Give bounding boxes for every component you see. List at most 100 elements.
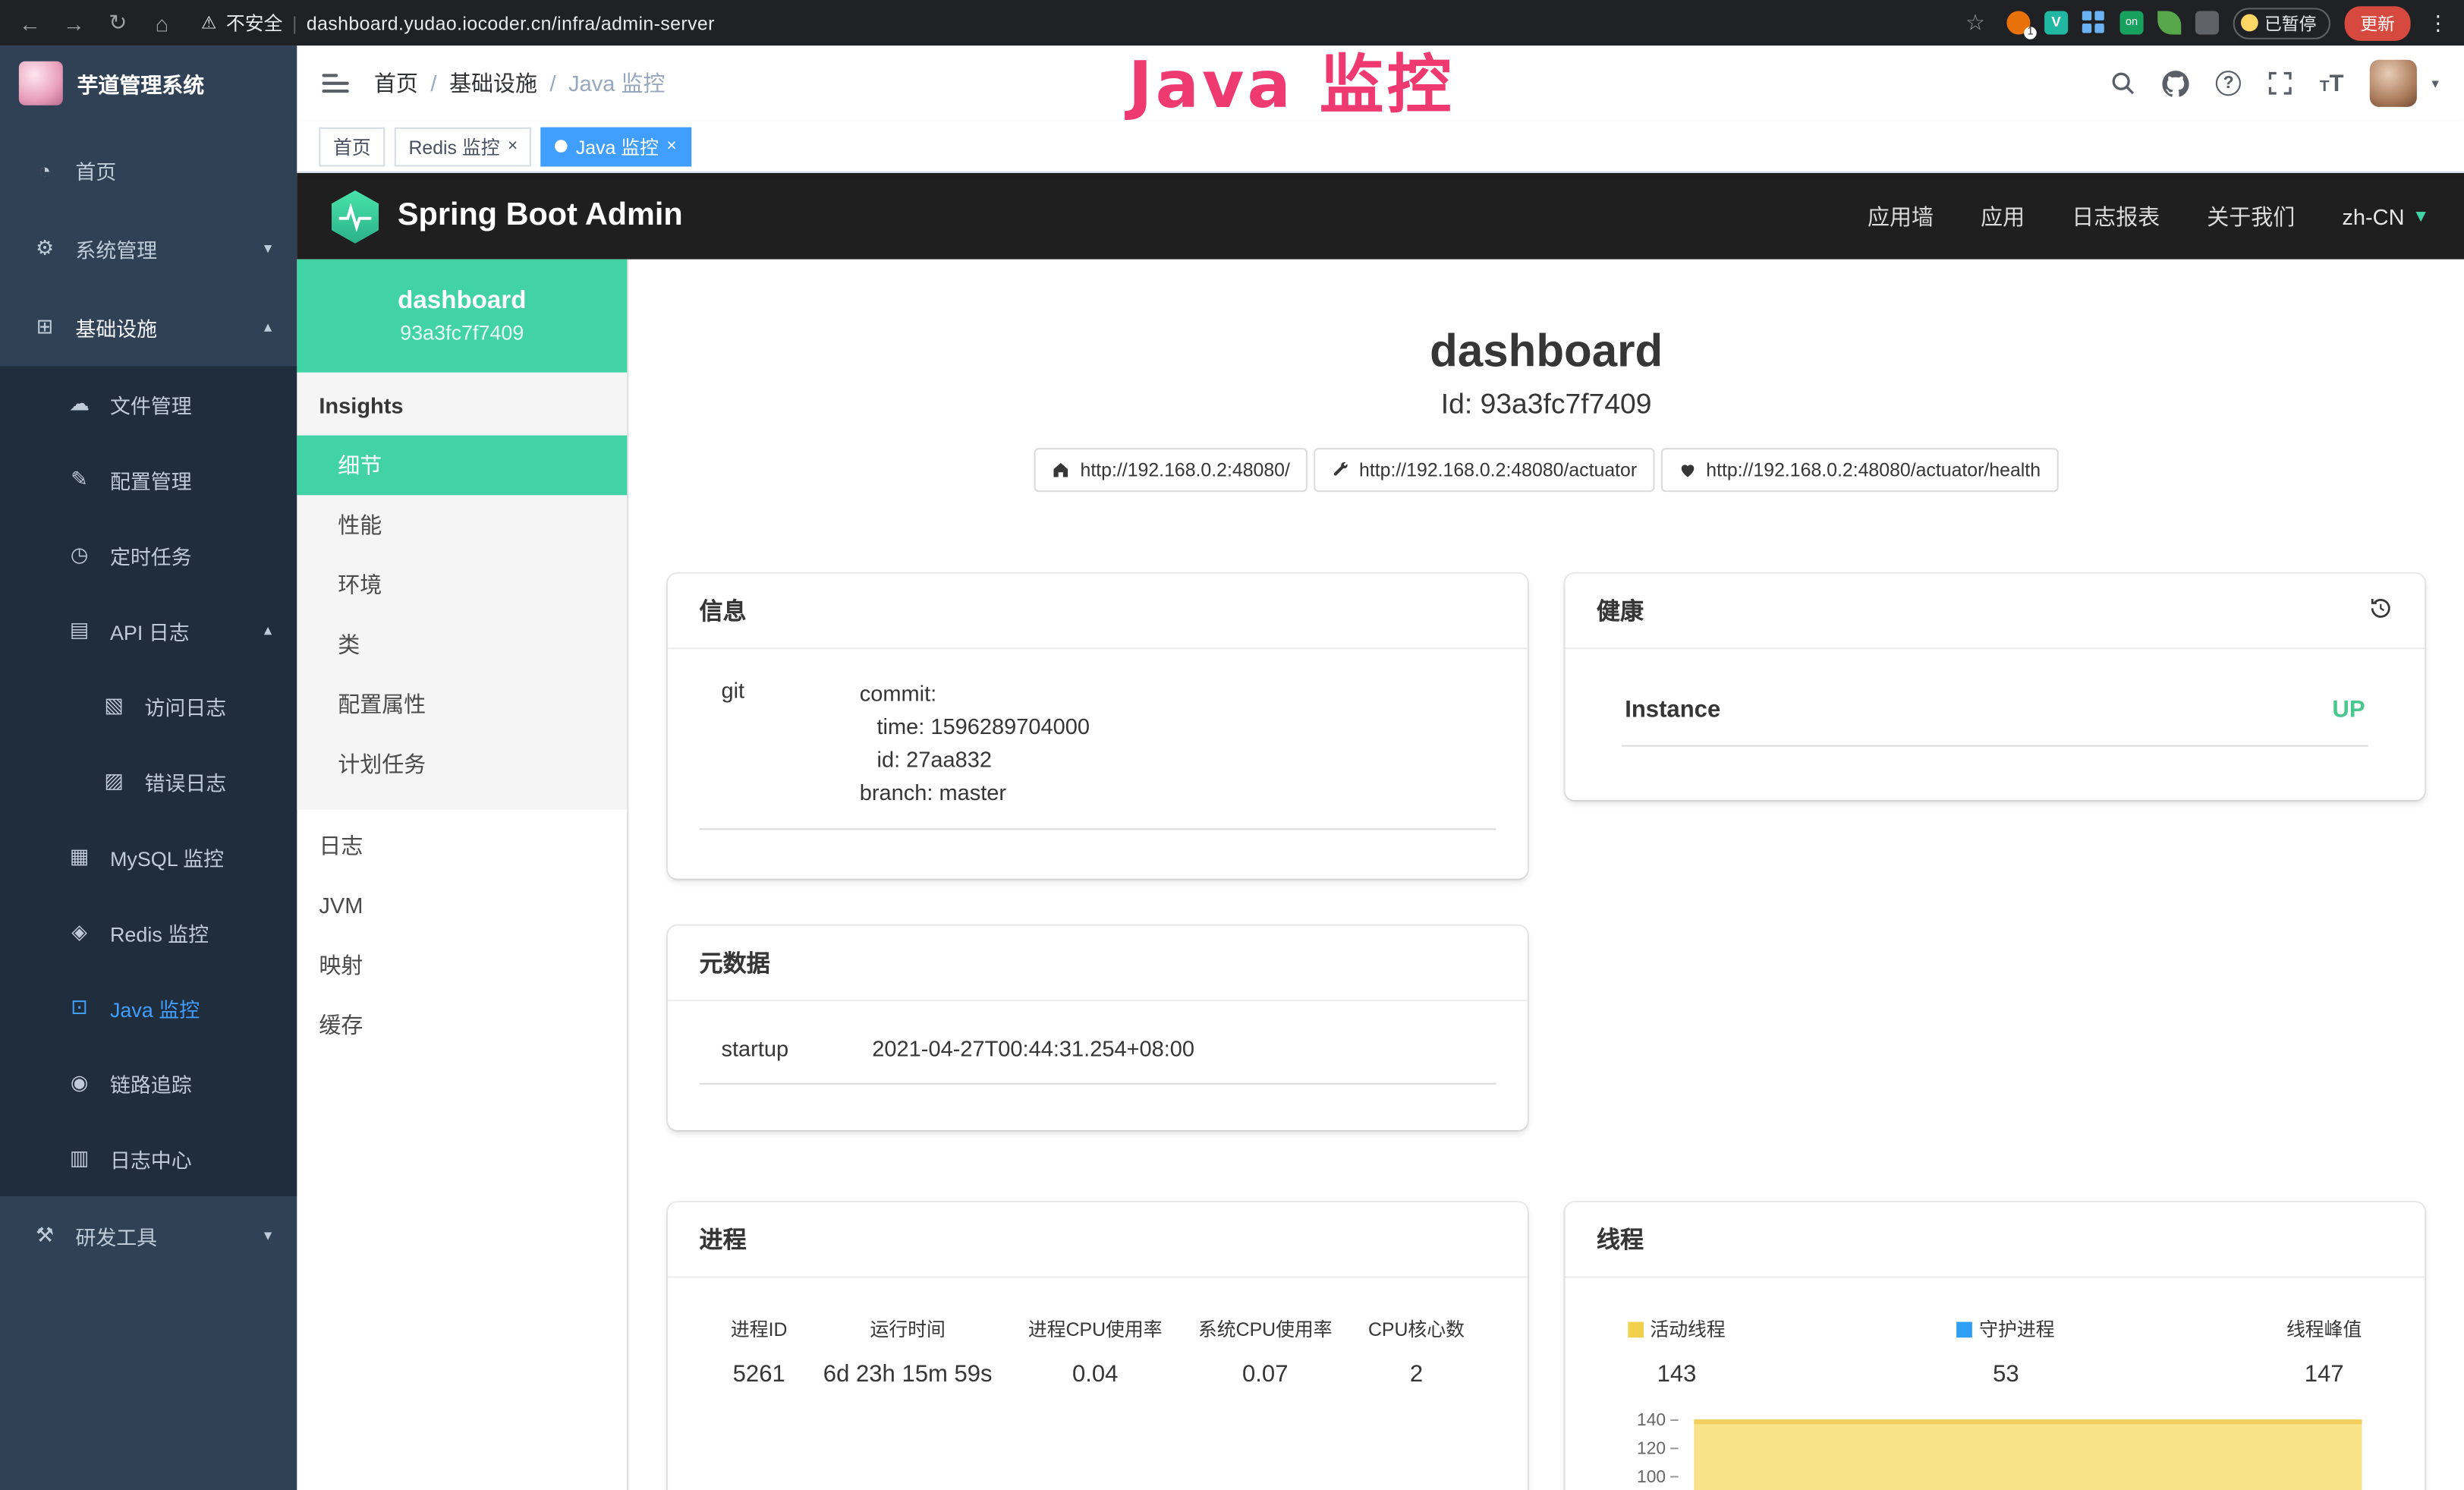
sidebar-item-config[interactable]: ✎ 配置管理 bbox=[0, 442, 297, 517]
paused-badge[interactable]: 已暂停 bbox=[2233, 7, 2330, 38]
instance-links: http://192.168.0.2:48080/ http://192.168… bbox=[668, 448, 2425, 492]
gear-icon: ⚙ bbox=[31, 236, 58, 261]
hamburger-icon[interactable] bbox=[323, 74, 349, 93]
database-icon: ▦ bbox=[66, 844, 93, 869]
sidebar-item-jobs[interactable]: ◷ 定时任务 bbox=[0, 517, 297, 592]
edit-icon: ✎ bbox=[66, 467, 93, 492]
status-badge: UP bbox=[2332, 696, 2365, 723]
bookmark-star-icon[interactable]: ☆ bbox=[1958, 9, 1993, 36]
dashboard-icon: ◔ bbox=[31, 158, 58, 181]
vue-devtools-icon[interactable]: V bbox=[2044, 11, 2068, 34]
sba-item-performance[interactable]: 性能 bbox=[297, 495, 627, 555]
service-url-button[interactable]: http://192.168.0.2:48080/ bbox=[1034, 448, 1307, 492]
close-icon[interactable]: × bbox=[666, 137, 676, 156]
sba-item-scheduled-tasks[interactable]: 计划任务 bbox=[297, 734, 627, 794]
sidebar-item-java-monitor[interactable]: ⊡ Java 监控 bbox=[0, 970, 297, 1045]
breadcrumb-current: Java 监控 bbox=[568, 68, 665, 99]
sidebar-item-api-log[interactable]: ▤ API 日志 ▴ bbox=[0, 593, 297, 668]
sidebar-item-error-log[interactable]: ▨ 错误日志 bbox=[0, 743, 297, 818]
extension-icon-orange[interactable]: 1 bbox=[2006, 11, 2030, 34]
sidebar-item-mysql[interactable]: ▦ MySQL 监控 bbox=[0, 819, 297, 894]
security-label[interactable]: 不安全 bbox=[226, 9, 283, 36]
fullscreen-icon[interactable] bbox=[2268, 71, 2293, 96]
search-icon[interactable] bbox=[2110, 71, 2135, 96]
address-bar[interactable]: ⚠ 不安全 | dashboard.yudao.iocoder.cn/infra… bbox=[201, 9, 1949, 36]
warning-icon: ⚠ bbox=[201, 13, 216, 33]
sba-item-jvm[interactable]: JVM bbox=[297, 875, 627, 935]
forward-icon[interactable]: → bbox=[57, 10, 92, 35]
chevron-up-icon: ▴ bbox=[264, 622, 272, 639]
infrastructure-icon: ⊞ bbox=[31, 314, 58, 339]
address-divider: | bbox=[292, 12, 297, 34]
info-card: 信息 git commit: time: 1596289704000 id: 2… bbox=[668, 574, 1528, 879]
annotation-text: Java 监控 bbox=[1128, 31, 1455, 125]
breadcrumb-home[interactable]: 首页 bbox=[374, 68, 418, 99]
sba-item-details[interactable]: 细节 bbox=[297, 436, 627, 496]
monitor-icon: ⊡ bbox=[66, 995, 93, 1020]
sidebar-item-system[interactable]: ⚙ 系统管理 ▾ bbox=[0, 209, 297, 288]
sba-item-caches[interactable]: 缓存 bbox=[297, 995, 627, 1055]
sba-brand[interactable]: Spring Boot Admin bbox=[332, 190, 683, 243]
locale-selector[interactable]: zh-CN ▼ bbox=[2342, 203, 2429, 228]
font-size-icon[interactable]: TT bbox=[2320, 70, 2344, 96]
sba-item-logs[interactable]: 日志 bbox=[297, 816, 627, 876]
app-sidebar: 芋道管理系统 ◔ 首页 ⚙ 系统管理 ▾ ⊞ 基础设施 ▴ bbox=[0, 46, 297, 1490]
tab-home[interactable]: 首页 bbox=[319, 127, 385, 166]
sidebar-item-redis[interactable]: ◈ Redis 监控 bbox=[0, 894, 297, 969]
sidebar-item-tracing[interactable]: ◉ 链路追踪 bbox=[0, 1045, 297, 1120]
user-avatar[interactable] bbox=[2371, 60, 2418, 107]
home-icon[interactable]: ⌂ bbox=[145, 10, 180, 35]
nav-journal[interactable]: 日志报表 bbox=[2072, 200, 2160, 232]
stat-daemon-threads: 守护进程 53 bbox=[1957, 1315, 2054, 1388]
grid-extension-icon[interactable] bbox=[2082, 11, 2106, 34]
sidebar-item-dev-tools[interactable]: ⚒ 研发工具 ▾ bbox=[0, 1196, 297, 1275]
chevron-down-icon[interactable]: ▾ bbox=[2431, 74, 2438, 92]
github-icon[interactable] bbox=[2163, 70, 2189, 96]
update-button[interactable]: 更新 bbox=[2345, 5, 2411, 40]
nav-about[interactable]: 关于我们 bbox=[2207, 200, 2295, 232]
instance-health-row[interactable]: Instance UP bbox=[1622, 681, 2368, 747]
sba-main: dashboard Id: 93a3fc7f7409 http://192.16… bbox=[628, 260, 2464, 1490]
tab-java-monitor[interactable]: Java 监控 × bbox=[541, 127, 691, 166]
switch-extension-icon[interactable]: on bbox=[2120, 11, 2144, 34]
sba-item-classes[interactable]: 类 bbox=[297, 615, 627, 675]
ytick-140: 140 bbox=[1619, 1413, 1679, 1429]
actuator-url-button[interactable]: http://192.168.0.2:48080/actuator bbox=[1314, 448, 1654, 492]
sidebar-item-files[interactable]: ☁ 文件管理 bbox=[0, 366, 297, 441]
close-icon[interactable]: × bbox=[508, 137, 518, 156]
topbar-actions: ? TT ▾ bbox=[2110, 60, 2438, 107]
access-log-icon: ▧ bbox=[101, 693, 127, 718]
threads-card: 线程 活动线程 143 守护进程 bbox=[1566, 1202, 2425, 1490]
ytick-100: 100 bbox=[1619, 1470, 1679, 1485]
sidebar-item-access-log[interactable]: ▧ 访问日志 bbox=[0, 668, 297, 743]
selected-application[interactable]: dashboard 93a3fc7f7409 bbox=[297, 260, 627, 373]
app-logo[interactable]: 芋道管理系统 bbox=[0, 46, 297, 121]
leaf-extension-icon[interactable] bbox=[2157, 11, 2181, 34]
browser-toolbar-right: ☆ 1 V on 已暂停 更新 ⋮ bbox=[1958, 5, 2451, 40]
sidebar-item-log-center[interactable]: ▥ 日志中心 bbox=[0, 1120, 297, 1195]
health-url-button[interactable]: http://192.168.0.2:48080/actuator/health bbox=[1660, 448, 2058, 492]
puzzle-extension-icon[interactable] bbox=[2195, 11, 2219, 34]
instance-id: Id: 93a3fc7f7409 bbox=[668, 388, 2425, 421]
breadcrumb-infrastructure[interactable]: 基础设施 bbox=[449, 68, 537, 99]
sba-item-mappings[interactable]: 映射 bbox=[297, 935, 627, 995]
live-threads-area bbox=[1694, 1419, 2362, 1490]
threads-chart: 140 120 100 bbox=[1619, 1413, 2365, 1490]
tab-redis-monitor[interactable]: Redis 监控 × bbox=[395, 127, 532, 166]
sidebar-item-infrastructure[interactable]: ⊞ 基础设施 ▴ bbox=[0, 288, 297, 367]
spring-boot-admin-logo bbox=[332, 190, 379, 243]
ytick-120: 120 bbox=[1619, 1441, 1679, 1457]
history-icon[interactable] bbox=[2368, 595, 2393, 626]
log-center-icon: ▥ bbox=[66, 1146, 93, 1171]
sba-item-environment[interactable]: 环境 bbox=[297, 555, 627, 615]
back-icon[interactable]: ← bbox=[13, 10, 48, 35]
sidebar-item-home[interactable]: ◔ 首页 bbox=[0, 131, 297, 209]
browser-menu-icon[interactable]: ⋮ bbox=[2425, 10, 2451, 35]
breadcrumb: 首页 / 基础设施 / Java 监控 bbox=[374, 68, 666, 99]
nav-applications[interactable]: 应用 bbox=[1981, 200, 2025, 232]
nav-wallboard[interactable]: 应用墙 bbox=[1868, 200, 1934, 232]
url-text[interactable]: dashboard.yudao.iocoder.cn/infra/admin-s… bbox=[307, 12, 715, 34]
reload-icon[interactable]: ↻ bbox=[101, 9, 136, 36]
help-icon[interactable]: ? bbox=[2216, 71, 2241, 96]
sba-item-configprops[interactable]: 配置属性 bbox=[297, 674, 627, 734]
